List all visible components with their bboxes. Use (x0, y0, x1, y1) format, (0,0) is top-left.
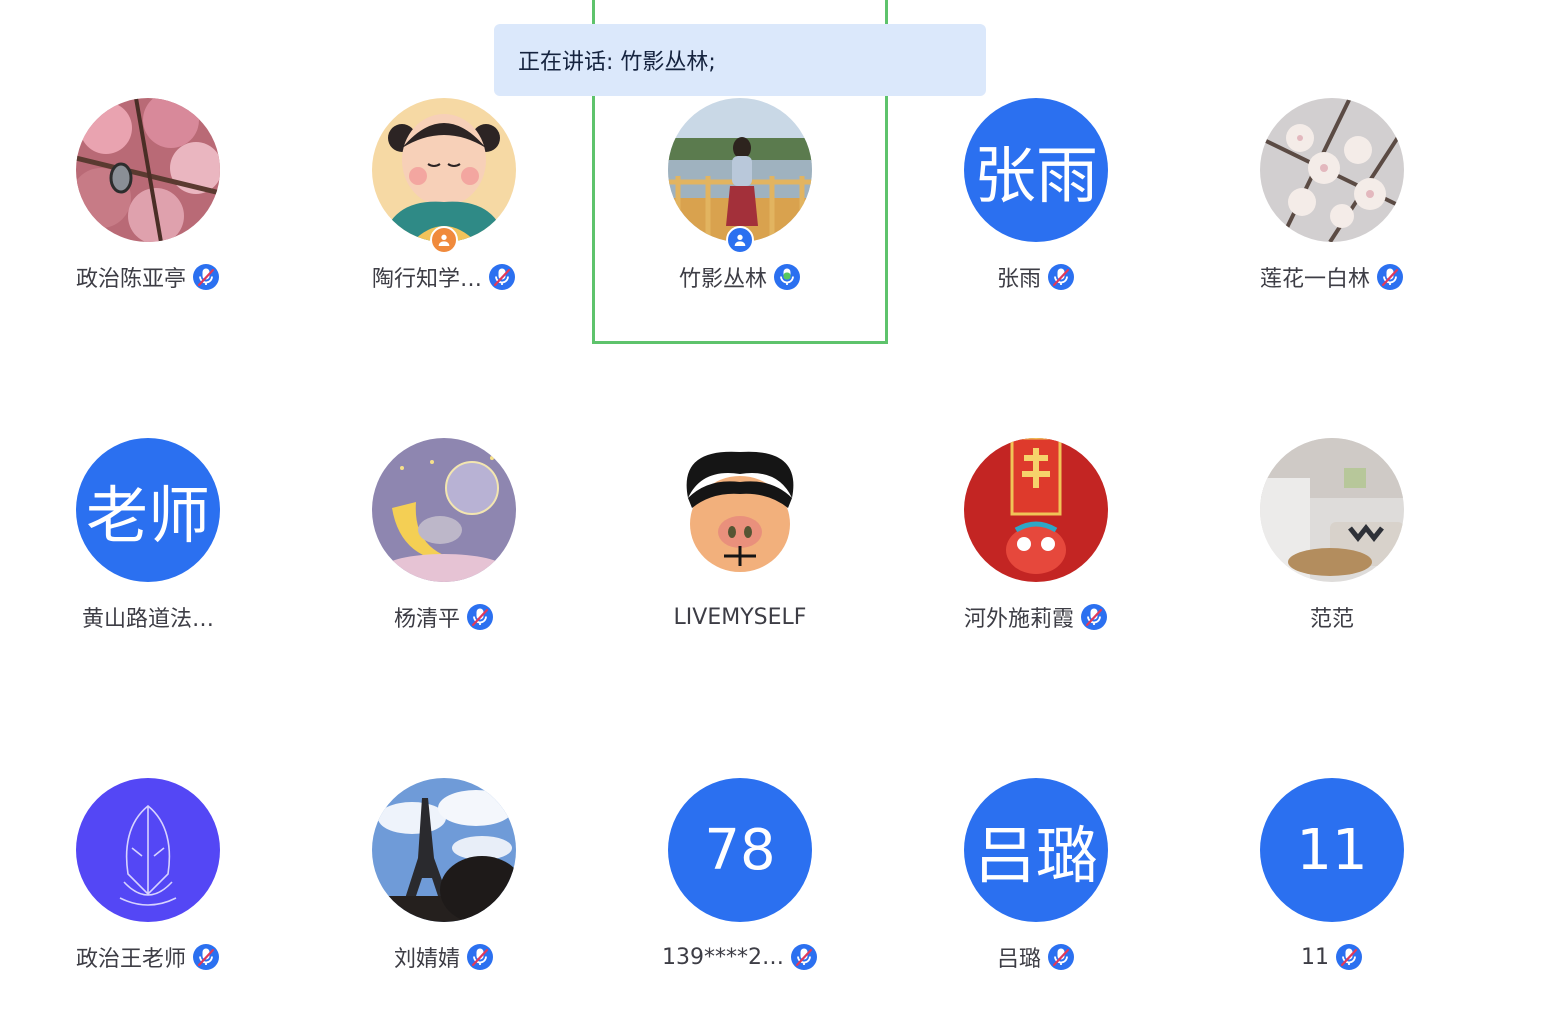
participant-name: 黄山路道法… (81, 607, 214, 632)
participant-name: 张雨 (996, 267, 1041, 292)
participant-name: 范范 (1309, 607, 1354, 632)
participant-name: 陶行知学… (371, 267, 482, 292)
avatar-initials: 张雨 (964, 98, 1108, 242)
participant-tile[interactable]: 政治陈亚亭 (0, 0, 296, 340)
avatar-cartoon-pig-face (668, 438, 812, 582)
participant-name-row: 范范 (1184, 602, 1480, 632)
participant-name: 莲花一白林 (1259, 267, 1370, 292)
mic-muted-icon[interactable] (1080, 603, 1108, 631)
participant-tile[interactable]: 11 11 (1184, 680, 1480, 1020)
participant-name: LIVEMYSELF (673, 604, 807, 630)
participant-name-row: 河外施莉霞 (888, 602, 1184, 632)
mic-muted-icon[interactable] (192, 263, 220, 291)
participant-name-row: LIVEMYSELF (592, 602, 888, 632)
speaking-banner: 正在讲话: 竹影丛林; (494, 24, 986, 96)
mic-muted-icon[interactable] (488, 263, 516, 291)
avatar-photo-cherry-blossom (76, 98, 220, 242)
host-icon (430, 226, 458, 254)
mic-muted-icon[interactable] (466, 943, 494, 971)
avatar-new-year-ox (964, 438, 1108, 582)
participant-name: 政治陈亚亭 (75, 267, 186, 292)
avatar-photo-white-blossom (1260, 98, 1404, 242)
participant-tile[interactable]: 刘婧婧 (296, 680, 592, 1020)
participant-tile[interactable]: 老师黄山路道法… (0, 340, 296, 680)
mic-muted-icon[interactable] (790, 943, 818, 971)
participant-tile[interactable]: 河外施莉霞 (888, 340, 1184, 680)
participant-name-row: 杨清平 (296, 602, 592, 632)
participant-name-row: 刘婧婧 (296, 942, 592, 972)
avatar-initials: 老师 (76, 438, 220, 582)
participant-tile[interactable]: 政治王老师 (0, 680, 296, 1020)
participant-name-row: 张雨 (888, 262, 1184, 292)
participant-name-row: 政治陈亚亭 (0, 262, 296, 292)
avatar-initials: 吕璐 (964, 778, 1108, 922)
mic-muted-icon[interactable] (466, 603, 494, 631)
mic-muted-icon[interactable] (1047, 263, 1075, 291)
participant-name-row: 陶行知学… (296, 262, 592, 292)
participant-name-row: 政治王老师 (0, 942, 296, 972)
participant-name: 139****2… (662, 944, 784, 970)
avatar-ultraman-line-art (76, 778, 220, 922)
speaking-banner-text: 正在讲话: 竹影丛林; (518, 50, 716, 75)
avatar-photo-eiffel-tower (372, 778, 516, 922)
participant-name-row: 黄山路道法… (0, 602, 296, 632)
mic-muted-icon[interactable] (1047, 943, 1075, 971)
avatar-cartoon-girl (372, 98, 516, 242)
participant-tile[interactable]: 杨清平 (296, 340, 592, 680)
participant-name: 刘婧婧 (393, 947, 460, 972)
avatar-initials: 78 (668, 778, 812, 922)
participant-name-row: 139****2… (592, 942, 888, 972)
participant-name: 杨清平 (393, 607, 460, 632)
avatar-cartoon-moon-kitten (372, 438, 516, 582)
participant-tile[interactable]: 范范 (1184, 340, 1480, 680)
mic-muted-icon[interactable] (1335, 943, 1363, 971)
mic-muted-icon[interactable] (192, 943, 220, 971)
participant-tile[interactable]: 78 139****2… (592, 680, 888, 1020)
participant-tile[interactable]: 莲花一白林 (1184, 0, 1480, 340)
participant-name-row: 吕璐 (888, 942, 1184, 972)
participant-tile[interactable]: LIVEMYSELF (592, 340, 888, 680)
avatar-initials: 11 (1260, 778, 1404, 922)
participant-name: 11 (1301, 944, 1329, 970)
avatar-photo-living-room (1260, 438, 1404, 582)
participant-name: 吕璐 (996, 947, 1041, 972)
participant-name: 政治王老师 (75, 947, 186, 972)
participant-tile[interactable]: 吕璐 吕璐 (888, 680, 1184, 1020)
mic-muted-icon[interactable] (1376, 263, 1404, 291)
participant-name-row: 莲花一白林 (1184, 262, 1480, 292)
participant-name: 河外施莉霞 (963, 607, 1074, 632)
participant-name-row: 11 (1184, 942, 1480, 972)
